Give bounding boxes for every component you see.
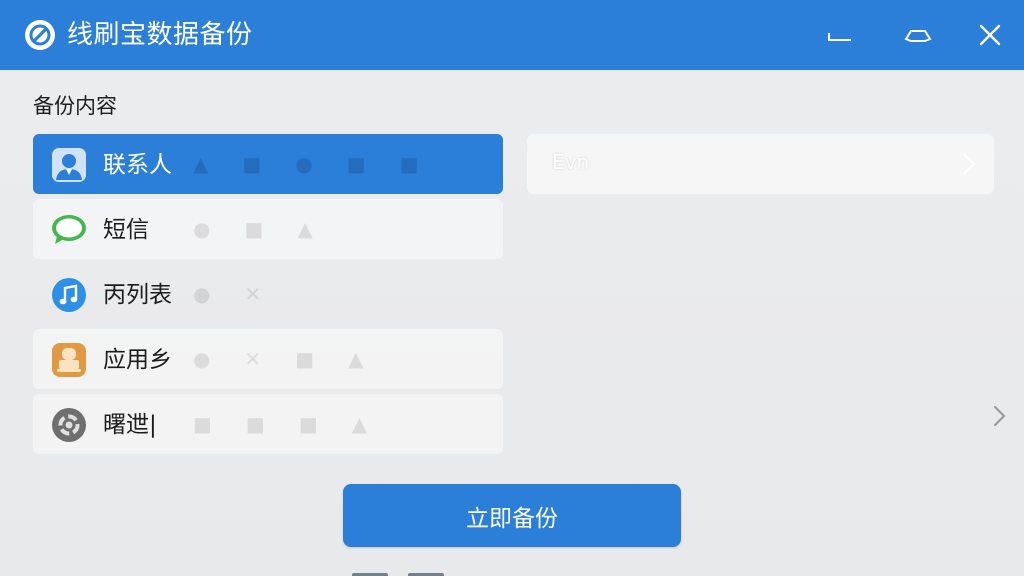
main-content: 备份内容 联系人 ▲ ■ ● ■ ■ 短信 ● ■ ▲ 丙列表 ● ✕ 应用乡 … <box>0 70 1024 576</box>
music-icon <box>51 277 87 313</box>
backup-item-contacts[interactable]: 联系人 ▲ ■ ● ■ ■ <box>33 134 503 194</box>
settings-icon <box>51 407 87 443</box>
close-icon <box>979 24 1001 46</box>
decorative-ghost-icons: ● ✕ <box>193 282 262 306</box>
section-title: 备份内容 <box>33 94 117 118</box>
backup-item-label: 曙迣| <box>103 412 157 438</box>
backup-item-settings[interactable]: 曙迣| ■ ■ ■ ▲ <box>33 394 503 454</box>
app-icon <box>51 342 87 378</box>
backup-item-label: 联系人 <box>103 152 172 178</box>
title-bar: 线刷宝数据备份 <box>0 0 1024 70</box>
restore-icon <box>904 30 932 42</box>
backup-item-music[interactable]: 丙列表 ● ✕ <box>33 264 503 324</box>
contact-icon <box>51 147 87 183</box>
chevron-right-icon <box>962 152 976 176</box>
backup-item-label: 短信 <box>103 217 149 243</box>
backup-item-label: 应用乡 <box>103 347 172 373</box>
window-title: 线刷宝数据备份 <box>67 20 253 50</box>
backup-content-list: 联系人 ▲ ■ ● ■ ■ 短信 ● ■ ▲ 丙列表 ● ✕ 应用乡 ● ✕ ■… <box>33 134 503 459</box>
decorative-ghost-icons: ● ✕ ■ ▲ <box>193 347 364 371</box>
chevron-right-icon[interactable] <box>990 402 1010 430</box>
detail-panel[interactable]: Evn <box>527 134 994 194</box>
backup-item-apps[interactable]: 应用乡 ● ✕ ■ ▲ <box>33 329 503 389</box>
decorative-ghost-icons: ▲ ■ ● ■ ■ <box>193 152 419 176</box>
message-icon <box>51 212 87 248</box>
close-button[interactable] <box>972 18 1008 52</box>
minimize-button[interactable] <box>822 18 858 52</box>
app-logo-icon <box>25 20 55 50</box>
minimize-icon <box>828 33 851 41</box>
backup-item-label: 丙列表 <box>103 282 172 308</box>
backup-item-sms[interactable]: 短信 ● ■ ▲ <box>33 199 503 259</box>
decorative-ghost-icons: ■ ■ ■ ▲ <box>193 412 368 436</box>
maximize-button[interactable] <box>900 18 936 52</box>
detail-text: Evn <box>552 150 590 174</box>
backup-now-button[interactable]: 立即备份 <box>343 484 681 547</box>
decorative-ghost-icons: ● ■ ▲ <box>193 217 313 241</box>
